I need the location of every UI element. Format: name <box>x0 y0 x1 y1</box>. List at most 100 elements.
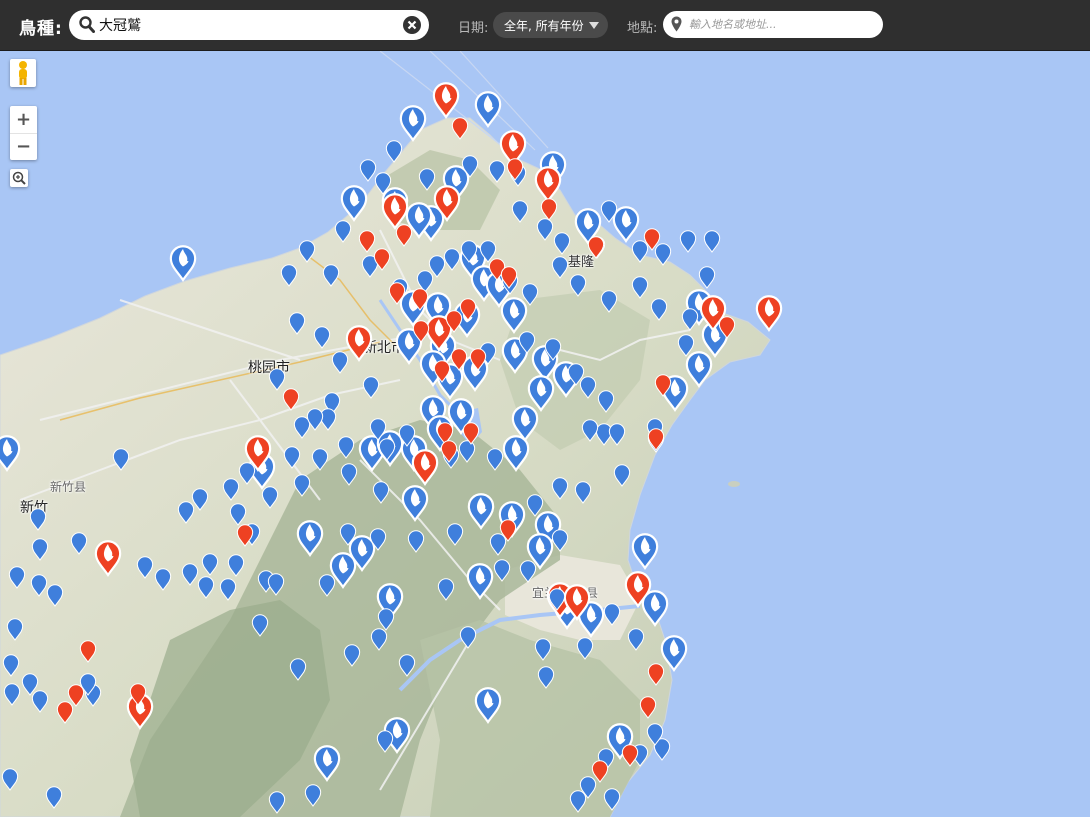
date-select[interactable]: 全年, 所有年份 <box>493 12 608 38</box>
sighting-marker[interactable] <box>334 220 352 243</box>
sighting-marker[interactable] <box>536 218 554 241</box>
sighting-marker[interactable] <box>288 312 306 335</box>
recent-sighting-marker[interactable] <box>755 295 783 332</box>
recent-sighting-marker[interactable] <box>67 684 85 707</box>
sighting-marker[interactable] <box>372 481 390 504</box>
recent-sighting-marker[interactable] <box>639 696 657 719</box>
sighting-marker[interactable] <box>569 790 587 813</box>
sighting-marker[interactable] <box>6 618 24 641</box>
sighting-marker[interactable] <box>340 463 358 486</box>
sighting-marker[interactable] <box>521 283 539 306</box>
recent-sighting-marker[interactable] <box>591 760 609 783</box>
sighting-marker[interactable] <box>267 573 285 596</box>
sighting-marker[interactable] <box>466 563 494 600</box>
sighting-marker[interactable] <box>293 416 311 439</box>
recent-sighting-marker[interactable] <box>381 193 409 230</box>
sighting-marker[interactable] <box>608 423 626 446</box>
sighting-marker[interactable] <box>197 576 215 599</box>
sighting-marker[interactable] <box>340 185 368 222</box>
recent-sighting-marker[interactable] <box>432 82 460 119</box>
sighting-marker[interactable] <box>401 485 429 522</box>
sighting-marker[interactable] <box>191 488 209 511</box>
sighting-marker[interactable] <box>467 493 495 530</box>
sighting-marker[interactable] <box>576 637 594 660</box>
zoom-out-button[interactable]: − <box>10 133 37 160</box>
sighting-marker[interactable] <box>474 687 502 724</box>
sighting-marker[interactable] <box>46 584 64 607</box>
sighting-marker[interactable] <box>322 264 340 287</box>
sighting-marker[interactable] <box>569 274 587 297</box>
sighting-marker[interactable] <box>1 768 19 791</box>
sighting-marker[interactable] <box>399 105 427 142</box>
sighting-marker[interactable] <box>443 248 461 271</box>
sighting-marker[interactable] <box>486 448 504 471</box>
sighting-marker[interactable] <box>597 390 615 413</box>
sighting-marker[interactable] <box>660 635 688 672</box>
place-search-box[interactable] <box>663 11 883 38</box>
sighting-marker[interactable] <box>229 503 247 526</box>
sighting-marker[interactable] <box>459 626 477 649</box>
sighting-marker[interactable] <box>331 351 349 374</box>
sighting-marker[interactable] <box>511 405 539 442</box>
sighting-marker[interactable] <box>251 614 269 637</box>
sighting-marker[interactable] <box>313 745 341 782</box>
recent-sighting-marker[interactable] <box>587 236 605 259</box>
sighting-marker[interactable] <box>579 376 597 399</box>
zoom-in-button[interactable]: + <box>10 106 37 134</box>
recent-sighting-marker[interactable] <box>647 663 665 686</box>
sighting-marker[interactable] <box>698 266 716 289</box>
sighting-marker[interactable] <box>685 351 713 388</box>
sighting-marker[interactable] <box>613 464 631 487</box>
sighting-marker[interactable] <box>553 232 571 255</box>
sighting-marker[interactable] <box>311 448 329 471</box>
sighting-marker[interactable] <box>181 563 199 586</box>
sighting-marker[interactable] <box>612 206 640 243</box>
sighting-marker[interactable] <box>112 448 130 471</box>
sighting-marker[interactable] <box>293 474 311 497</box>
sighting-marker[interactable] <box>238 462 256 485</box>
sighting-marker[interactable] <box>376 730 394 753</box>
recent-sighting-marker[interactable] <box>621 744 639 767</box>
sighting-marker[interactable] <box>222 478 240 501</box>
recent-sighting-marker[interactable] <box>56 701 74 724</box>
clear-icon[interactable] <box>403 16 421 34</box>
sighting-marker[interactable] <box>385 140 403 163</box>
sighting-marker[interactable] <box>219 578 237 601</box>
recent-sighting-marker[interactable] <box>411 449 439 486</box>
sighting-marker[interactable] <box>474 91 502 128</box>
sighting-marker[interactable] <box>631 533 659 570</box>
sighting-marker[interactable] <box>362 376 380 399</box>
recent-sighting-marker[interactable] <box>395 224 413 247</box>
sighting-marker[interactable] <box>446 523 464 546</box>
sighting-marker[interactable] <box>574 481 592 504</box>
sighting-marker[interactable] <box>29 508 47 531</box>
sighting-marker[interactable] <box>489 533 507 556</box>
sighting-marker[interactable] <box>70 532 88 555</box>
sighting-marker[interactable] <box>537 666 555 689</box>
sighting-marker[interactable] <box>343 644 361 667</box>
sighting-marker[interactable] <box>370 628 388 651</box>
sighting-marker[interactable] <box>280 264 298 287</box>
recent-sighting-marker[interactable] <box>647 428 665 451</box>
sighting-marker[interactable] <box>30 574 48 597</box>
recent-sighting-marker[interactable] <box>282 388 300 411</box>
sighting-marker[interactable] <box>31 690 49 713</box>
sighting-marker[interactable] <box>289 658 307 681</box>
sighting-marker[interactable] <box>551 256 569 279</box>
sighting-marker[interactable] <box>3 683 21 706</box>
sighting-marker[interactable] <box>654 243 672 266</box>
sighting-marker[interactable] <box>650 298 668 321</box>
recent-sighting-marker[interactable] <box>540 198 558 221</box>
sighting-marker[interactable] <box>534 638 552 661</box>
recent-sighting-marker[interactable] <box>94 540 122 577</box>
recent-sighting-marker[interactable] <box>345 325 373 362</box>
sighting-marker[interactable] <box>603 788 621 811</box>
sighting-marker[interactable] <box>500 297 528 334</box>
sighting-marker[interactable] <box>677 334 695 357</box>
sighting-marker[interactable] <box>2 654 20 677</box>
map-canvas[interactable]: 桃园市 新北市 基隆 新竹县 新竹 宜兰县 宜兰 + − <box>0 51 1090 817</box>
sighting-marker[interactable] <box>679 230 697 253</box>
species-input[interactable] <box>99 16 389 34</box>
sighting-marker[interactable] <box>519 560 537 583</box>
sighting-marker[interactable] <box>8 566 26 589</box>
